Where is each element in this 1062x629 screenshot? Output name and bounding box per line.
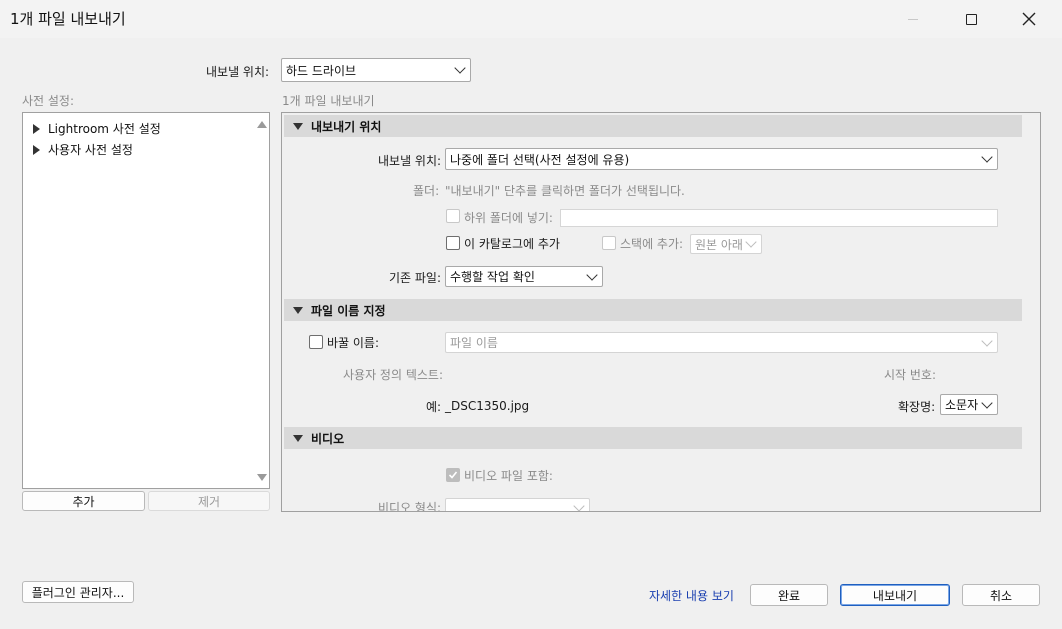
rename-label: 바꿀 이름: — [327, 336, 380, 350]
presets-tree[interactable]: Lightroom 사전 설정 사용자 사전 설정 — [22, 112, 270, 489]
done-button[interactable]: 완료 — [750, 584, 828, 606]
expand-triangle-icon[interactable] — [33, 144, 40, 155]
main-subtitle: 1개 파일 내보내기 — [282, 94, 375, 108]
include-video-label: 비디오 파일 포함: — [464, 469, 553, 483]
section-video[interactable]: 비디오 — [284, 427, 1022, 449]
chevron-down-icon — [981, 151, 993, 163]
close-button[interactable] — [1006, 0, 1052, 38]
video-format-clip: 비디오 형식: — [282, 496, 1040, 511]
preset-item-label: Lightroom 사전 설정 — [48, 122, 161, 136]
rename-checkbox[interactable] — [309, 335, 323, 349]
export-to-select[interactable]: 하드 드라이브 — [281, 58, 471, 82]
video-format-label: 비디오 형식: — [378, 501, 442, 511]
checkmark-icon — [448, 471, 458, 479]
video-format-select[interactable] — [445, 498, 590, 511]
location-export-to-label: 내보낼 위치: — [378, 154, 442, 168]
minimize-icon — [908, 18, 918, 20]
chevron-down-icon — [573, 500, 585, 511]
start-number-label: 시작 번호: — [884, 368, 937, 382]
extension-label: 확장명: — [898, 400, 936, 414]
chevron-down-icon — [745, 236, 757, 248]
close-icon — [1022, 12, 1036, 26]
location-export-to-select[interactable]: 나중에 폴더 선택(사전 설정에 유용) — [445, 148, 998, 170]
subfolder-checkbox[interactable] — [446, 209, 460, 223]
presets-header: 사전 설정: — [22, 94, 75, 108]
extension-value: 소문자 — [945, 398, 979, 412]
minimize-button[interactable] — [890, 0, 936, 38]
existing-files-value: 수행할 작업 확인 — [450, 270, 535, 284]
rename-template-select[interactable]: 파일 이름 — [445, 332, 998, 353]
stack-position-value: 원본 아래 — [695, 237, 743, 252]
include-video-checkbox[interactable] — [446, 468, 460, 482]
location-export-to-value: 나중에 폴더 선택(사전 설정에 유용) — [450, 152, 630, 167]
add-stack-checkbox[interactable] — [602, 236, 616, 250]
add-preset-button[interactable]: 추가 — [22, 491, 145, 511]
stack-position-select[interactable]: 원본 아래 — [690, 234, 762, 254]
details-link[interactable]: 자세한 내용 보기 — [649, 587, 734, 604]
example-value: _DSC1350.jpg — [445, 399, 530, 413]
example-label: 예: — [426, 400, 442, 414]
remove-preset-button[interactable]: 제거 — [148, 491, 270, 511]
add-catalog-checkbox[interactable] — [446, 236, 460, 250]
folder-hint: "내보내기" 단추를 클릭하면 폴더가 선택됩니다. — [445, 184, 685, 198]
chevron-down-icon — [981, 334, 993, 347]
section-title: 파일 이름 지정 — [311, 303, 386, 318]
export-to-value: 하드 드라이브 — [286, 63, 357, 78]
export-to-label: 내보낼 위치: — [206, 65, 270, 79]
chevron-down-icon — [586, 268, 598, 281]
custom-text-label: 사용자 정의 텍스트: — [343, 368, 443, 382]
collapse-triangle-icon — [293, 306, 303, 314]
collapse-triangle-icon — [293, 434, 303, 442]
section-file-naming[interactable]: 파일 이름 지정 — [284, 299, 1022, 321]
export-button[interactable]: 내보내기 — [840, 584, 950, 606]
add-catalog-label: 이 카탈로그에 추가 — [464, 237, 560, 251]
cancel-button[interactable]: 취소 — [962, 584, 1040, 606]
folder-label: 폴더: — [413, 184, 440, 198]
section-title: 비디오 — [311, 431, 345, 446]
rename-template-value: 파일 이름 — [450, 336, 498, 350]
section-export-location[interactable]: 내보내기 위치 — [284, 115, 1022, 137]
add-stack-label: 스택에 추가: — [620, 237, 684, 251]
extension-select[interactable]: 소문자 — [940, 394, 998, 415]
section-title: 내보내기 위치 — [311, 119, 382, 134]
plugin-manager-button[interactable]: 플러그인 관리자... — [22, 581, 134, 603]
collapse-triangle-icon — [293, 122, 303, 130]
expand-triangle-icon[interactable] — [33, 123, 40, 134]
existing-files-select[interactable]: 수행할 작업 확인 — [445, 266, 603, 287]
subfolder-input[interactable] — [560, 209, 998, 227]
subfolder-label: 하위 폴더에 넣기: — [464, 211, 553, 225]
preset-item-label: 사용자 사전 설정 — [48, 143, 133, 157]
existing-files-label: 기존 파일: — [389, 271, 442, 285]
maximize-button[interactable] — [948, 0, 994, 38]
preset-item-lightroom[interactable]: Lightroom 사전 설정 — [33, 120, 161, 137]
chevron-down-icon — [981, 396, 993, 409]
chevron-down-icon — [454, 62, 466, 74]
scroll-up-icon[interactable] — [257, 121, 267, 128]
preset-item-user[interactable]: 사용자 사전 설정 — [33, 141, 133, 158]
scroll-down-icon[interactable] — [257, 474, 267, 481]
window-title: 1개 파일 내보내기 — [10, 10, 126, 28]
maximize-icon — [965, 13, 977, 25]
